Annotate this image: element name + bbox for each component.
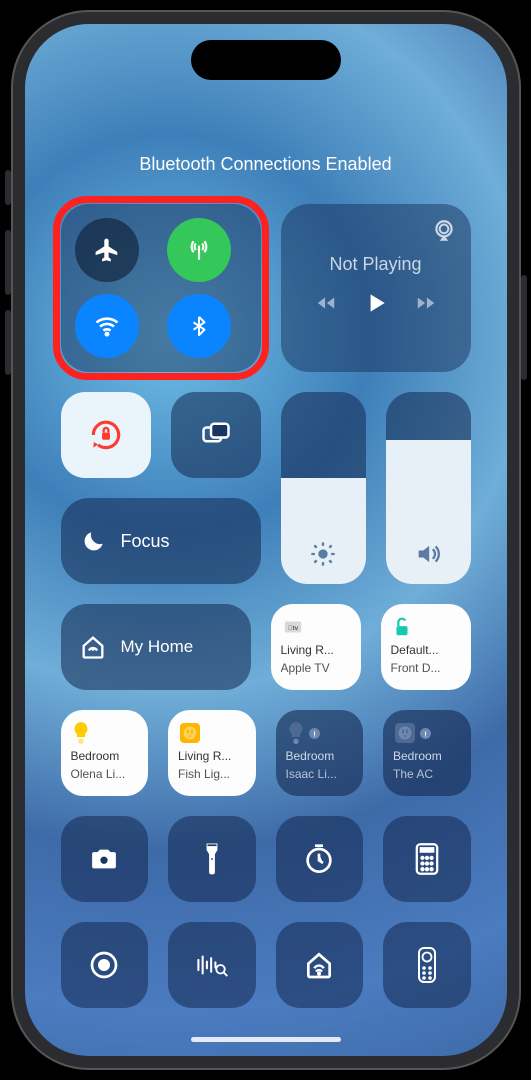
- accessory-tile[interactable]: Bedroom Olena Li...: [61, 710, 149, 796]
- accessory-line1: Bedroom: [286, 750, 356, 764]
- volume-slider[interactable]: [386, 392, 471, 584]
- wifi-icon: [93, 312, 121, 340]
- accessory-icon: !: [286, 720, 320, 746]
- cellular-data-toggle[interactable]: [167, 218, 231, 282]
- accessory-line2: Front D...: [391, 662, 463, 676]
- airplane-mode-toggle[interactable]: [75, 218, 139, 282]
- accessory-icon: tv: [281, 614, 305, 640]
- brightness-slider[interactable]: [281, 392, 366, 584]
- accessory-icon: [391, 614, 413, 640]
- accessory-line2: Isaac Li...: [286, 768, 356, 782]
- accessory-line1: Living R...: [178, 750, 248, 764]
- annotation-highlight: [53, 196, 269, 380]
- play-icon: [363, 289, 389, 317]
- camera-button[interactable]: [61, 816, 149, 902]
- screen-record-button[interactable]: [61, 922, 149, 1008]
- screen-mirroring-icon: [198, 420, 234, 450]
- orientation-lock-icon: [87, 416, 125, 454]
- sound-recognition-button[interactable]: [168, 922, 256, 1008]
- accessory-line2: The AC: [393, 768, 463, 782]
- dynamic-island: [191, 40, 341, 80]
- flashlight-button[interactable]: [168, 816, 256, 902]
- svg-text:tv: tv: [287, 625, 298, 632]
- media-title: Not Playing: [329, 254, 421, 275]
- rewind-button[interactable]: [313, 292, 339, 319]
- rewind-icon: [313, 292, 339, 314]
- antenna-icon: [186, 237, 212, 263]
- home-app-button[interactable]: [276, 922, 364, 1008]
- focus-button[interactable]: Focus: [61, 498, 261, 584]
- accessory-tile[interactable]: Default... Front D...: [381, 604, 471, 690]
- apple-tv-remote-button[interactable]: [383, 922, 471, 1008]
- forward-button[interactable]: [413, 292, 439, 319]
- airplay-icon: [431, 218, 457, 244]
- accessory-line2: Apple TV: [281, 662, 353, 676]
- screen-mirroring-button[interactable]: [171, 392, 261, 478]
- calculator-button[interactable]: [383, 816, 471, 902]
- calculator-icon: [413, 842, 441, 876]
- airplane-icon: [94, 237, 120, 263]
- accessory-line2: Fish Lig...: [178, 768, 248, 782]
- status-banner: Bluetooth Connections Enabled: [25, 154, 507, 175]
- bluetooth-toggle[interactable]: [167, 294, 231, 358]
- volume-icon: [413, 540, 443, 568]
- accessory-line1: Default...: [391, 644, 463, 658]
- svg-text:!: !: [313, 729, 316, 738]
- accessory-line1: Bedroom: [71, 750, 141, 764]
- flashlight-icon: [202, 842, 222, 876]
- play-button[interactable]: [363, 289, 389, 322]
- sound-search-icon: [195, 950, 229, 980]
- timer-button[interactable]: [276, 816, 364, 902]
- remote-icon: [417, 946, 437, 984]
- forward-icon: [413, 292, 439, 314]
- timer-icon: [303, 843, 335, 875]
- home-indicator[interactable]: [191, 1037, 341, 1042]
- accessory-line1: Living R...: [281, 644, 353, 658]
- accessory-icon: !: [393, 720, 431, 746]
- connectivity-cluster[interactable]: [61, 204, 261, 372]
- ios-control-center: Bluetooth Connections Enabled: [25, 24, 507, 1056]
- accessory-line2: Olena Li...: [71, 768, 141, 782]
- moon-icon: [81, 528, 107, 554]
- accessory-tile[interactable]: ! Bedroom The AC: [383, 710, 471, 796]
- wifi-toggle[interactable]: [75, 294, 139, 358]
- accessory-tile[interactable]: Living R... Fish Lig...: [168, 710, 256, 796]
- home-app-icon: [303, 949, 335, 981]
- camera-icon: [87, 844, 121, 874]
- svg-text:!: !: [424, 729, 427, 738]
- accessory-icon: [178, 720, 202, 746]
- accessory-line1: Bedroom: [393, 750, 463, 764]
- focus-label: Focus: [121, 531, 170, 552]
- home-icon: [79, 633, 107, 661]
- home-label: My Home: [121, 637, 194, 657]
- bluetooth-icon: [188, 313, 210, 339]
- orientation-lock-toggle[interactable]: [61, 392, 151, 478]
- record-icon: [88, 949, 120, 981]
- home-button[interactable]: My Home: [61, 604, 251, 690]
- media-player-tile[interactable]: Not Playing: [281, 204, 471, 372]
- airplay-button[interactable]: [431, 218, 457, 249]
- accessory-tile[interactable]: tv Living R... Apple TV: [271, 604, 361, 690]
- brightness-icon: [309, 540, 337, 568]
- accessory-tile[interactable]: ! Bedroom Isaac Li...: [276, 710, 364, 796]
- accessory-icon: [71, 720, 91, 746]
